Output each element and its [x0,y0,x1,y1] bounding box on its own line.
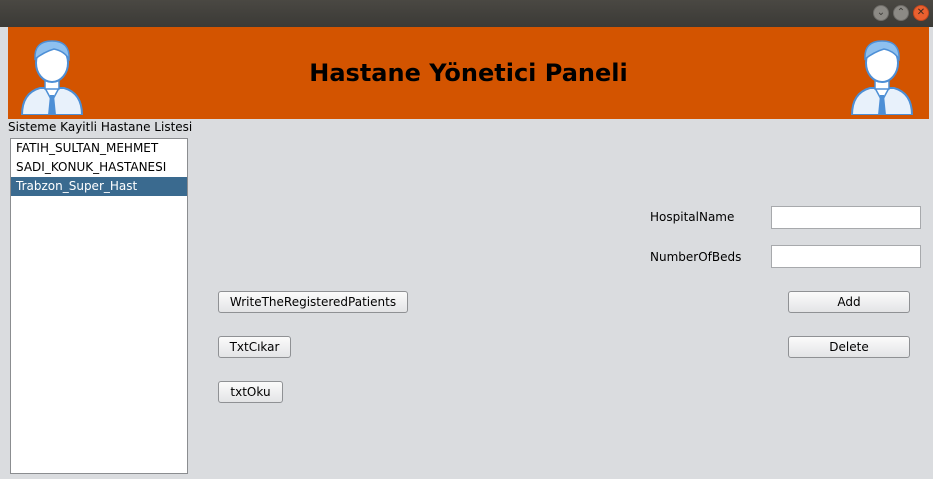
close-icon[interactable]: ✕ [913,5,929,21]
number-of-beds-label: NumberOfBeds [650,250,742,264]
minimize-icon[interactable]: ⌄ [873,5,889,21]
maximize-icon[interactable]: ⌃ [893,5,909,21]
header-banner: Hastane Yönetici Paneli [8,27,929,119]
list-item[interactable]: FATIH_SULTAN_MEHMET [11,139,187,158]
hospital-list-label: Sisteme Kayitli Hastane Listesi [8,120,193,134]
hospital-name-label: HospitalName [650,210,735,224]
delete-button[interactable]: Delete [788,336,910,358]
number-of-beds-input[interactable] [771,245,921,268]
hospital-list[interactable]: FATIH_SULTAN_MEHMET SADI_KONUK_HASTANESI… [10,138,188,474]
page-title: Hastane Yönetici Paneli [309,59,628,87]
list-item[interactable]: SADI_KONUK_HASTANESI [11,158,187,177]
txt-cikar-button[interactable]: TxtCıkar [218,336,291,358]
hospital-name-input[interactable] [771,206,921,229]
user-avatar-icon [850,40,914,115]
window-titlebar[interactable]: ⌄ ⌃ ✕ [0,0,933,27]
txt-oku-button[interactable]: txtOku [218,381,283,403]
window-edge [0,27,8,479]
add-button[interactable]: Add [788,291,910,313]
list-item-selected[interactable]: Trabzon_Super_Hast [11,177,187,196]
write-registered-patients-button[interactable]: WriteTheRegisteredPatients [218,291,408,313]
